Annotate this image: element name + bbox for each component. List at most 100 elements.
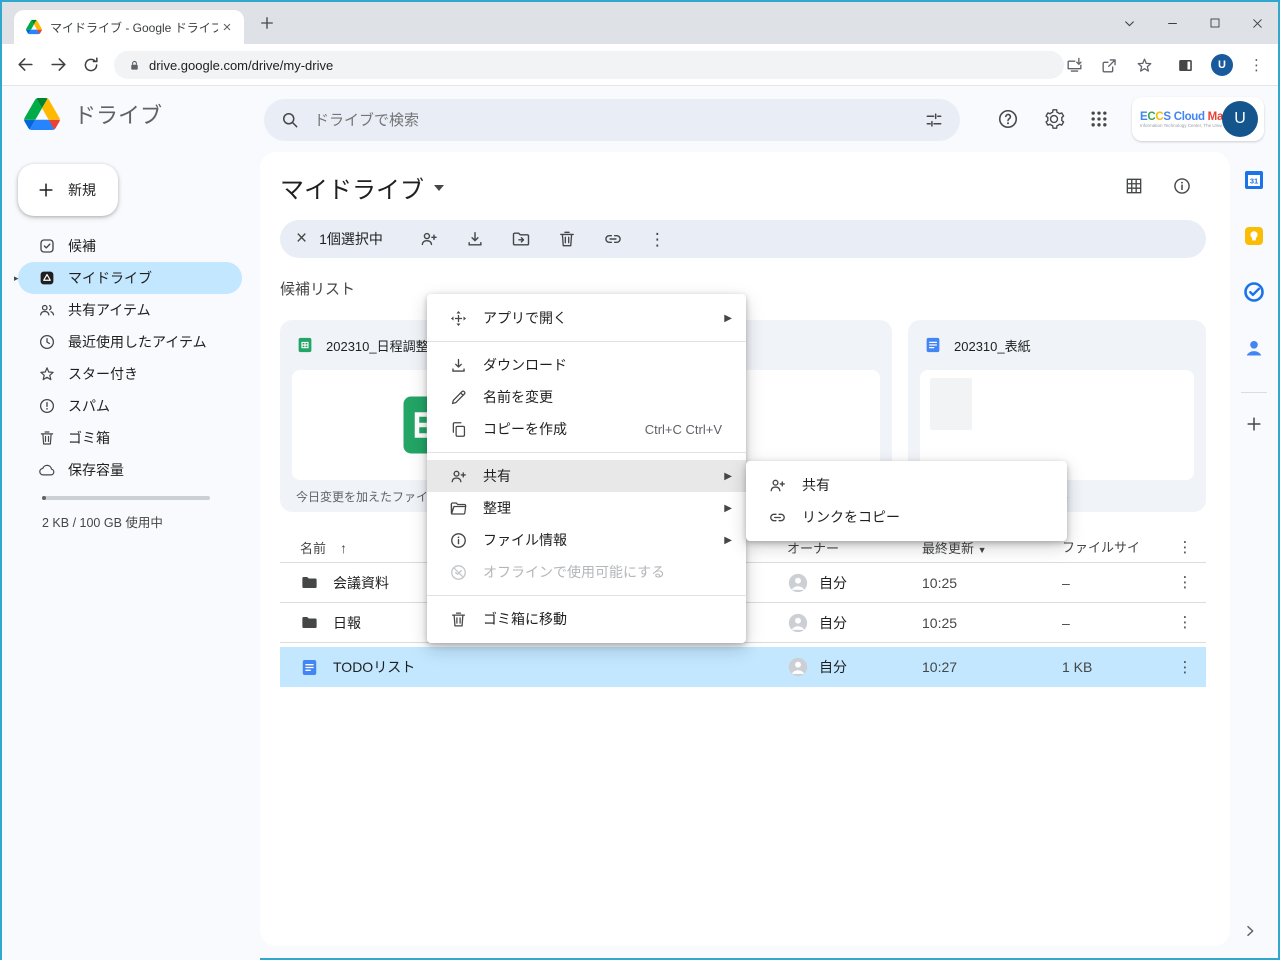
owner-avatar bbox=[787, 612, 809, 634]
sidebar-item-shared[interactable]: 共有アイテム bbox=[18, 294, 242, 326]
sidebar-item-suggested[interactable]: 候補 bbox=[18, 230, 242, 262]
suggestions-heading: 候補リスト bbox=[280, 278, 355, 299]
my-drive-icon bbox=[38, 269, 56, 287]
side-panel-strip: 31 bbox=[1230, 152, 1278, 960]
move-to-folder-icon[interactable] bbox=[511, 229, 531, 249]
account-avatar[interactable]: U bbox=[1222, 101, 1258, 137]
selection-more-icon[interactable]: ⋮ bbox=[649, 231, 666, 248]
clock-icon bbox=[38, 333, 56, 351]
calendar-icon[interactable]: 31 bbox=[1242, 168, 1266, 192]
copy-link-icon[interactable] bbox=[603, 229, 623, 249]
new-tab-button[interactable] bbox=[258, 14, 276, 32]
browser-menu-icon[interactable]: ⋮ bbox=[1249, 58, 1264, 73]
download-selected-icon[interactable] bbox=[465, 229, 485, 249]
modified-time: 10:27 bbox=[922, 659, 1062, 675]
owner-avatar bbox=[787, 572, 809, 594]
sidebar-item-storage[interactable]: 保存容量 bbox=[18, 454, 242, 486]
docs-file-icon bbox=[300, 658, 319, 677]
expand-caret-icon[interactable]: ▸ bbox=[14, 273, 19, 284]
panel-divider bbox=[1241, 392, 1267, 393]
share-submenu: 共有 リンクをコピー bbox=[746, 461, 1067, 541]
info-icon bbox=[449, 531, 469, 550]
side-panel-icon[interactable] bbox=[1176, 56, 1195, 75]
title-dropdown-caret-icon[interactable] bbox=[434, 185, 444, 191]
table-row-selected[interactable]: TODOリスト 自分 10:27 1 KB ⋮ bbox=[280, 647, 1206, 687]
window-close-button[interactable] bbox=[1251, 17, 1264, 30]
help-icon[interactable] bbox=[997, 108, 1019, 130]
sidebar-item-spam[interactable]: スパム bbox=[18, 390, 242, 422]
sidebar-item-trash[interactable]: ゴミ箱 bbox=[18, 422, 242, 454]
search-icon[interactable] bbox=[280, 110, 300, 130]
submenu-arrow-icon: ▶ bbox=[724, 503, 732, 514]
browser-tab[interactable]: マイドライブ - Google ドライブ × bbox=[14, 10, 244, 44]
back-button[interactable] bbox=[16, 55, 35, 74]
url-text: drive.google.com/drive/my-drive bbox=[149, 58, 333, 73]
browser-profile-avatar[interactable]: U bbox=[1211, 54, 1233, 76]
column-size[interactable]: ファイルサイズ bbox=[1062, 537, 1164, 559]
grid-view-icon[interactable] bbox=[1124, 176, 1144, 196]
install-icon[interactable] bbox=[1065, 56, 1084, 75]
selection-count: 1個選択中 bbox=[319, 229, 383, 249]
menu-item-share[interactable]: 共有 ▶ bbox=[427, 460, 746, 492]
keep-icon[interactable] bbox=[1242, 224, 1266, 248]
menu-item-organize[interactable]: 整理 ▶ bbox=[427, 492, 746, 524]
forward-button[interactable] bbox=[49, 55, 68, 74]
menu-item-file-info[interactable]: ファイル情報 ▶ bbox=[427, 524, 746, 556]
sidebar-item-recent[interactable]: 最近使用したアイテム bbox=[18, 326, 242, 358]
browser-toolbar: drive.google.com/drive/my-drive U ⋮ bbox=[2, 44, 1278, 86]
submenu-item-copy-link[interactable]: リンクをコピー bbox=[746, 501, 1067, 533]
tab-search-chevron-icon[interactable] bbox=[1123, 17, 1136, 30]
owner-name: 自分 bbox=[819, 573, 847, 593]
trash-selected-icon[interactable] bbox=[557, 229, 577, 249]
reload-button[interactable] bbox=[82, 56, 100, 74]
share-page-icon[interactable] bbox=[1100, 56, 1119, 75]
modified-time: 10:25 bbox=[922, 575, 1062, 591]
sidebar-item-starred[interactable]: スター付き bbox=[18, 358, 242, 390]
contacts-icon[interactable] bbox=[1242, 336, 1266, 360]
people-icon bbox=[38, 301, 56, 319]
menu-item-move-to-trash[interactable]: ゴミ箱に移動 bbox=[427, 603, 746, 635]
share-selected-icon[interactable] bbox=[419, 229, 439, 249]
window-minimize-button[interactable] bbox=[1166, 17, 1179, 30]
tasks-icon[interactable] bbox=[1242, 280, 1266, 304]
column-name[interactable]: 名前 bbox=[300, 538, 326, 557]
folder-icon bbox=[300, 573, 319, 592]
add-addon-icon[interactable] bbox=[1244, 414, 1264, 434]
sort-ascending-icon[interactable]: ↑ bbox=[340, 540, 347, 556]
new-button[interactable]: 新規 bbox=[18, 164, 118, 216]
search-input[interactable] bbox=[314, 112, 924, 129]
row-more-icon[interactable]: ⋮ bbox=[1164, 660, 1206, 675]
menu-item-make-copy[interactable]: コピーを作成 Ctrl+C Ctrl+V bbox=[427, 413, 746, 445]
file-name: TODOリスト bbox=[333, 657, 415, 677]
menu-item-rename[interactable]: 名前を変更 bbox=[427, 381, 746, 413]
card-caption: 今日変更を加えたファイル bbox=[296, 488, 440, 505]
header-more-icon[interactable]: ⋮ bbox=[1164, 540, 1206, 555]
info-icon[interactable] bbox=[1172, 176, 1192, 196]
search-bar[interactable] bbox=[264, 99, 960, 141]
tab-close-icon[interactable]: × bbox=[218, 18, 236, 36]
url-bar[interactable]: drive.google.com/drive/my-drive bbox=[114, 51, 1064, 79]
account-subtitle: Information Technology Center, The Unive… bbox=[1140, 123, 1222, 128]
row-more-icon[interactable]: ⋮ bbox=[1164, 575, 1206, 590]
clear-selection-icon[interactable]: × bbox=[296, 228, 307, 250]
row-more-icon[interactable]: ⋮ bbox=[1164, 615, 1206, 630]
window-maximize-button[interactable] bbox=[1209, 17, 1221, 29]
apps-grid-icon[interactable] bbox=[1089, 109, 1109, 129]
menu-item-download[interactable]: ダウンロード bbox=[427, 349, 746, 381]
settings-gear-icon[interactable] bbox=[1043, 108, 1065, 130]
submenu-item-share[interactable]: 共有 bbox=[746, 469, 1067, 501]
storage-progress-bar bbox=[42, 496, 210, 500]
sidebar-item-my-drive[interactable]: ▸ マイドライブ bbox=[18, 262, 242, 294]
menu-item-open-with[interactable]: アプリで開く ▶ bbox=[427, 302, 746, 334]
menu-item-offline: オフラインで使用可能にする bbox=[427, 556, 746, 588]
hide-panel-chevron-icon[interactable] bbox=[1242, 923, 1258, 939]
card-title: 202310_日程調整 bbox=[326, 336, 429, 355]
account-badge[interactable]: ECCS Cloud Mail Information Technology C… bbox=[1132, 97, 1264, 141]
search-options-icon[interactable] bbox=[924, 110, 944, 130]
offline-pin-icon bbox=[449, 563, 469, 582]
bookmark-star-icon[interactable] bbox=[1135, 56, 1154, 75]
context-menu: アプリで開く ▶ ダウンロード 名前を変更 コピーを作成 Ctrl+C Ctrl… bbox=[427, 294, 746, 643]
check-square-icon bbox=[38, 237, 56, 255]
submenu-arrow-icon: ▶ bbox=[724, 535, 732, 546]
page-title[interactable]: マイドライブ bbox=[280, 170, 444, 205]
